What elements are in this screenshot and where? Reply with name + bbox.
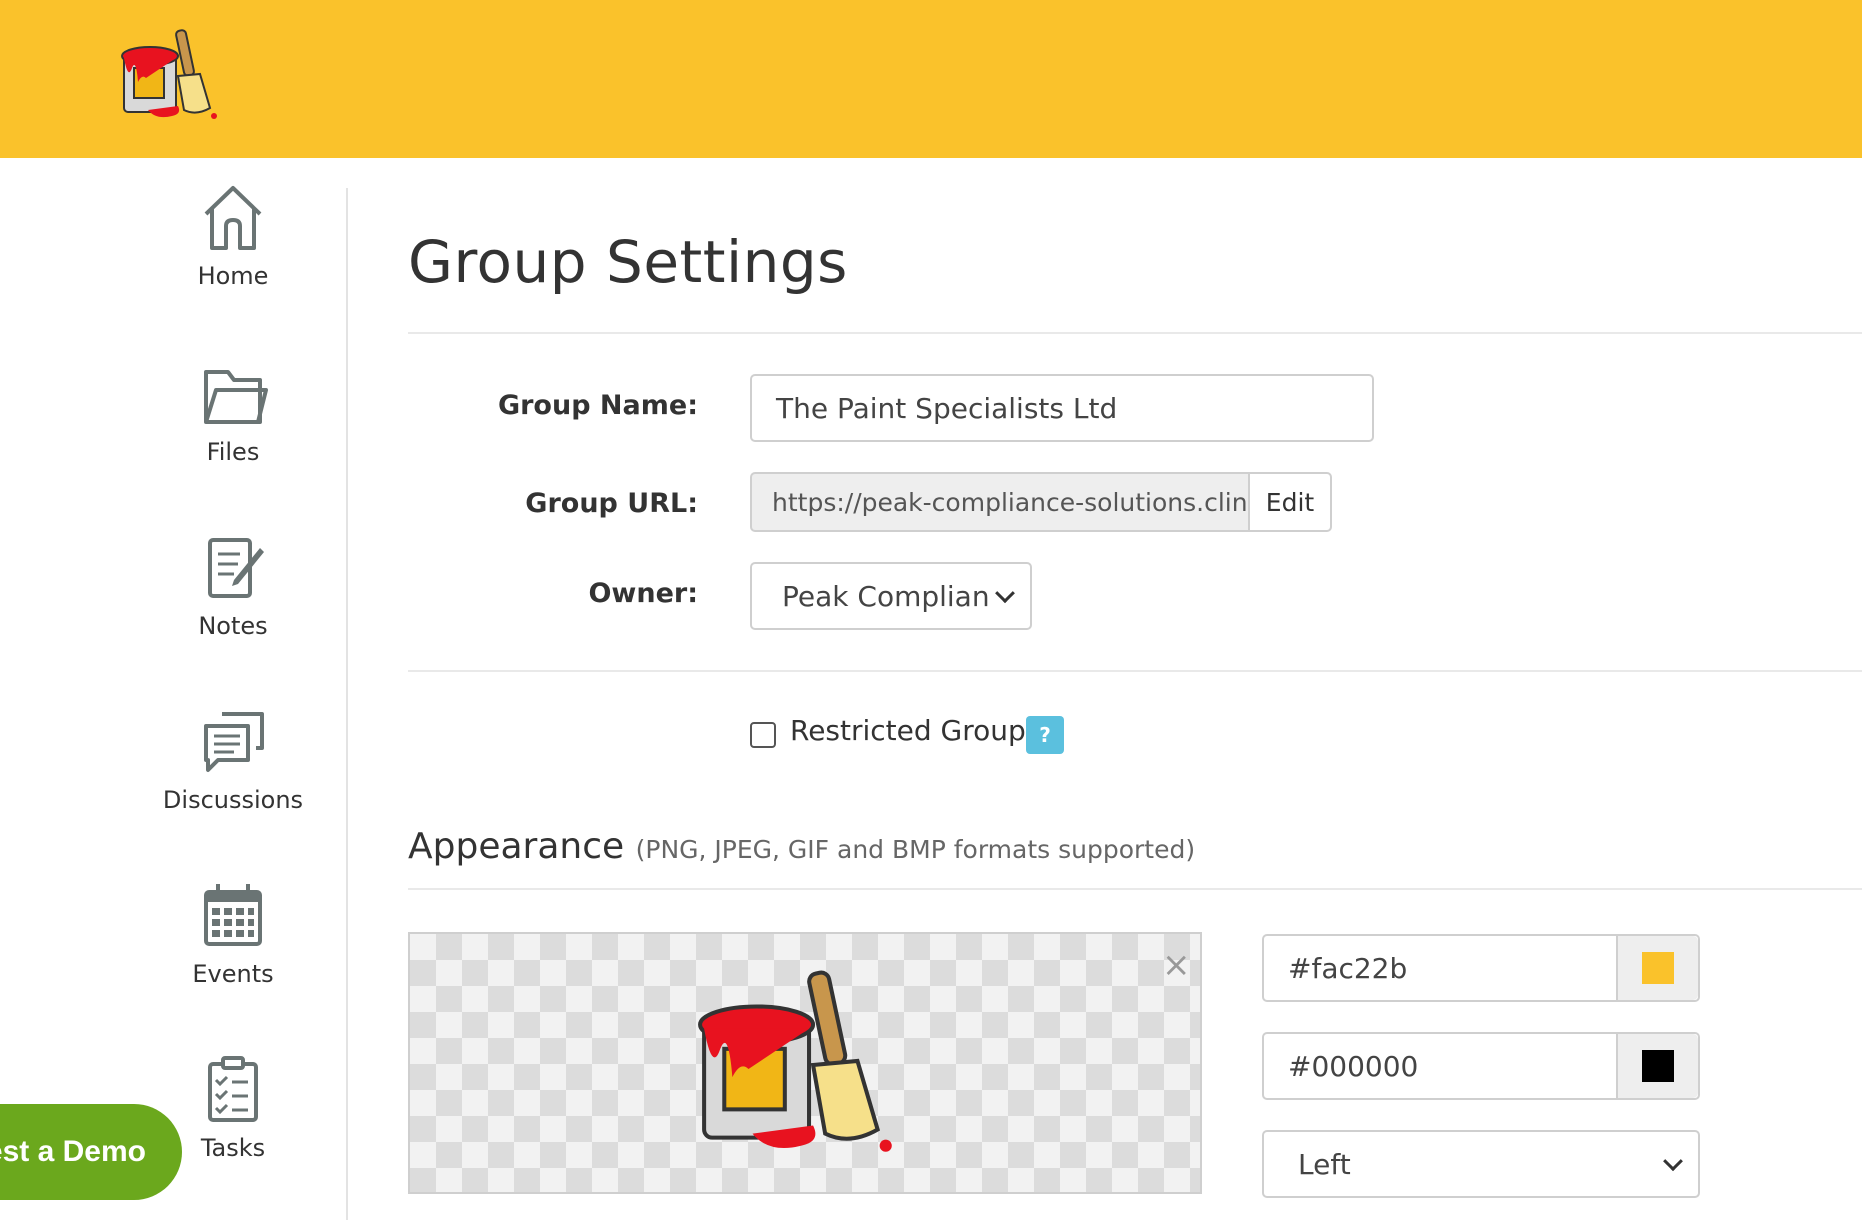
secondary-color-swatch: [1642, 1050, 1674, 1082]
primary-color-swatch: [1642, 952, 1674, 984]
tasks-icon: [208, 1056, 258, 1122]
secondary-color-value[interactable]: #000000: [1264, 1034, 1616, 1098]
divider: [408, 888, 1862, 890]
appearance-heading: Appearance (PNG, JPEG, GIF and BMP forma…: [408, 826, 1195, 867]
primary-color-field[interactable]: #fac22b: [1262, 934, 1700, 1002]
secondary-color-picker[interactable]: [1616, 1034, 1698, 1098]
paint-bucket-logo[interactable]: [118, 26, 230, 128]
sidebar-item-label: Discussions: [162, 786, 304, 814]
logo-upload-area[interactable]: ×: [408, 932, 1202, 1194]
request-demo-button[interactable]: est a Demo: [0, 1104, 182, 1200]
appearance-formats-note: (PNG, JPEG, GIF and BMP formats supporte…: [635, 835, 1196, 864]
close-icon[interactable]: ×: [1162, 948, 1191, 982]
owner-select-value: Peak Complian: [782, 579, 990, 613]
sidebar-item-home[interactable]: Home: [150, 180, 316, 290]
divider: [408, 670, 1862, 672]
sidebar: Home Files Notes Discussions Events Task…: [0, 158, 348, 1228]
primary-color-picker[interactable]: [1616, 936, 1698, 1000]
sidebar-item-label: Events: [192, 960, 274, 988]
home-icon: [204, 186, 262, 250]
top-header-bar: [0, 0, 1862, 158]
owner-label: Owner:: [588, 578, 698, 609]
group-url-label: Group URL:: [525, 488, 698, 519]
group-name-input[interactable]: The Paint Specialists Ltd: [750, 374, 1374, 442]
chevron-down-icon: [995, 583, 1015, 604]
owner-select[interactable]: Peak Complian: [750, 562, 1032, 630]
discussions-icon: [204, 712, 264, 772]
group-name-label: Group Name:: [497, 390, 698, 421]
group-url-value: https://peak-compliance-solutions.clink.…: [750, 472, 1248, 532]
sidebar-item-notes[interactable]: Notes: [150, 530, 316, 640]
primary-color-value[interactable]: #fac22b: [1264, 936, 1616, 1000]
page-title: Group Settings: [408, 228, 848, 296]
folder-icon: [204, 370, 268, 424]
sidebar-item-label: Notes: [198, 612, 268, 640]
sidebar-divider: [346, 188, 348, 1220]
sidebar-item-label: Home: [197, 262, 269, 290]
logo-alignment-select[interactable]: Left: [1262, 1130, 1700, 1198]
paint-bucket-logo-preview: [698, 970, 892, 1152]
sidebar-item-discussions[interactable]: Discussions: [150, 704, 316, 814]
help-icon[interactable]: ?: [1026, 716, 1064, 754]
alignment-select-value: Left: [1298, 1147, 1351, 1181]
calendar-icon: [204, 884, 262, 946]
appearance-title: Appearance: [408, 826, 625, 867]
divider: [408, 332, 1862, 334]
sidebar-item-events[interactable]: Events: [150, 878, 316, 988]
sidebar-item-label: Files: [206, 438, 260, 466]
restricted-group-checkbox[interactable]: [750, 722, 776, 748]
sidebar-item-files[interactable]: Files: [150, 356, 316, 466]
restricted-group-label[interactable]: Restricted Group: [790, 714, 1026, 747]
secondary-color-field[interactable]: #000000: [1262, 1032, 1700, 1100]
group-url-field: https://peak-compliance-solutions.clink.…: [750, 472, 1332, 532]
edit-url-button[interactable]: Edit: [1248, 472, 1332, 532]
chevron-down-icon: [1663, 1151, 1683, 1172]
notes-icon: [208, 538, 264, 598]
